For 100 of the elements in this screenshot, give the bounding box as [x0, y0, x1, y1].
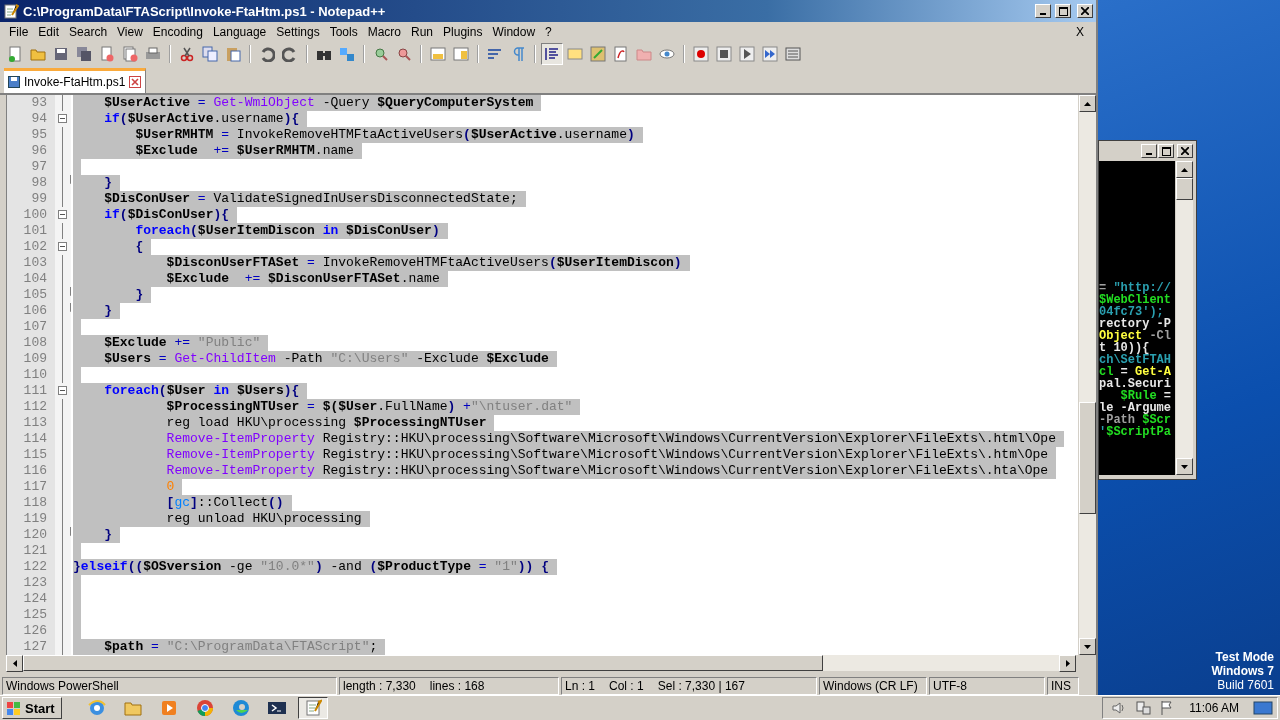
minimize-button[interactable]	[1035, 4, 1051, 18]
status-text: length : 7,330	[343, 679, 416, 693]
network-icon[interactable]	[1135, 700, 1152, 716]
menu-item[interactable]: Language	[207, 25, 272, 39]
redo-icon[interactable]	[282, 46, 298, 62]
console-line: $Rule =	[1120, 390, 1172, 402]
down-arrow-icon[interactable]	[1181, 464, 1188, 469]
scroll-thumb[interactable]	[1176, 178, 1193, 200]
doc-list-icon[interactable]	[613, 46, 629, 62]
scroll-thumb[interactable]	[1079, 402, 1096, 514]
new-file-icon[interactable]	[7, 46, 23, 62]
line-number: 114	[22, 431, 48, 447]
stop-icon[interactable]	[716, 46, 732, 62]
print-icon[interactable]	[145, 46, 161, 62]
vertical-scrollbar[interactable]	[1078, 95, 1096, 655]
copy-icon[interactable]	[202, 46, 218, 62]
chrome-icon[interactable]	[195, 699, 214, 717]
menu-item[interactable]: ?	[540, 25, 557, 39]
indent-guide-icon[interactable]	[544, 46, 560, 62]
paste-icon[interactable]	[225, 46, 241, 62]
close-all-icon[interactable]	[122, 46, 138, 62]
fold-minus-icon[interactable]	[58, 242, 67, 251]
console-line: ch\SetFTAH	[1099, 354, 1172, 366]
menu-item[interactable]: Encoding	[147, 25, 208, 39]
browser-e-icon[interactable]	[87, 699, 106, 717]
eye-icon[interactable]	[659, 46, 675, 62]
status-text: lines : 168	[429, 679, 485, 693]
line-number: 125	[22, 607, 48, 623]
sync-horizontal-icon[interactable]	[453, 46, 469, 62]
status-text: Windows PowerShell	[6, 679, 119, 693]
start-button[interactable]: Start	[2, 697, 62, 719]
line-number: 109	[22, 351, 48, 367]
close-button[interactable]	[1077, 4, 1093, 18]
replace-icon[interactable]	[339, 46, 355, 62]
up-arrow-icon[interactable]	[1181, 167, 1188, 172]
close-icon[interactable]	[1181, 147, 1189, 155]
fold-minus-icon[interactable]	[58, 114, 67, 123]
menu-item[interactable]: Settings	[271, 25, 325, 39]
menu-item[interactable]: Search	[64, 25, 113, 39]
line-number: 127	[22, 639, 48, 655]
line-number: 95	[30, 127, 48, 143]
taskbar-app-button[interactable]	[297, 697, 328, 719]
line-number: 115	[22, 447, 48, 463]
minimize-button[interactable]	[1141, 144, 1157, 158]
line-number: 98	[30, 175, 48, 191]
menu-item[interactable]: Macro	[362, 25, 406, 39]
sync-vertical-icon[interactable]	[430, 46, 446, 62]
close-icon[interactable]	[1081, 7, 1089, 15]
line-number: 126	[22, 623, 48, 639]
word-wrap-icon[interactable]	[487, 46, 503, 62]
record-icon[interactable]	[693, 46, 709, 62]
close-button[interactable]	[1177, 144, 1193, 158]
line-number: 101	[22, 223, 48, 239]
right-arrow-icon[interactable]	[1065, 660, 1070, 667]
status-text: Ln : 1	[565, 679, 596, 693]
notepad-icon	[3, 3, 19, 19]
menu-item[interactable]: Run	[406, 25, 439, 39]
show-desktop-icon[interactable]	[1253, 700, 1273, 716]
save-all-icon[interactable]	[76, 46, 92, 62]
file-tab[interactable]: Invoke-FtaHtm.ps1	[4, 68, 147, 93]
status-text: Col : 1	[609, 679, 644, 693]
zoom-in-icon[interactable]	[373, 46, 389, 62]
menu-item[interactable]: File	[4, 25, 34, 39]
console-line: = "http://	[1099, 282, 1172, 294]
menu-item[interactable]: Tools	[324, 25, 363, 39]
terminal-icon[interactable]	[266, 700, 287, 716]
close-file-icon[interactable]	[99, 46, 115, 62]
line-number: 117	[22, 479, 48, 495]
menu-item[interactable]: Plugins	[438, 25, 488, 39]
clock[interactable]: 11:06 AM	[1189, 701, 1239, 715]
play-icon[interactable]	[739, 46, 755, 62]
scroll-thumb[interactable]	[23, 655, 823, 671]
menu-item[interactable]: Window	[487, 25, 541, 39]
line-number: 102	[22, 239, 48, 255]
close-document-button[interactable]: X	[1068, 25, 1092, 39]
horizontal-scrollbar[interactable]	[6, 655, 1076, 671]
windows-logo-icon	[6, 700, 22, 716]
menu-item[interactable]: Edit	[33, 25, 65, 39]
console-line: le -Argume	[1099, 402, 1172, 414]
play-multiple-icon[interactable]	[762, 46, 778, 62]
line-number: 124	[22, 591, 48, 607]
undo-icon[interactable]	[259, 46, 275, 62]
fold-minus-icon[interactable]	[58, 210, 67, 219]
fold-minus-icon[interactable]	[58, 386, 67, 395]
line-number: 116	[22, 463, 48, 479]
console-line: Object -Cl	[1099, 330, 1173, 342]
media-player-icon[interactable]	[159, 699, 178, 717]
down-arrow-icon[interactable]	[1084, 644, 1091, 649]
menu-item[interactable]: View	[112, 25, 148, 39]
desktop-notice: Build 7601	[1217, 678, 1274, 692]
up-arrow-icon[interactable]	[1084, 101, 1091, 106]
vertical-scrollbar[interactable]	[1175, 161, 1193, 475]
zoom-out-icon[interactable]	[396, 46, 412, 62]
cut-icon[interactable]	[179, 46, 195, 62]
line-number: 111	[22, 383, 48, 399]
desktop-notice: Windows 7	[1211, 664, 1274, 678]
console-line: '$ScriptPa	[1099, 426, 1172, 438]
left-arrow-icon[interactable]	[12, 660, 17, 667]
console-line: pal.Securi	[1099, 378, 1172, 390]
save-icon[interactable]	[53, 46, 69, 62]
